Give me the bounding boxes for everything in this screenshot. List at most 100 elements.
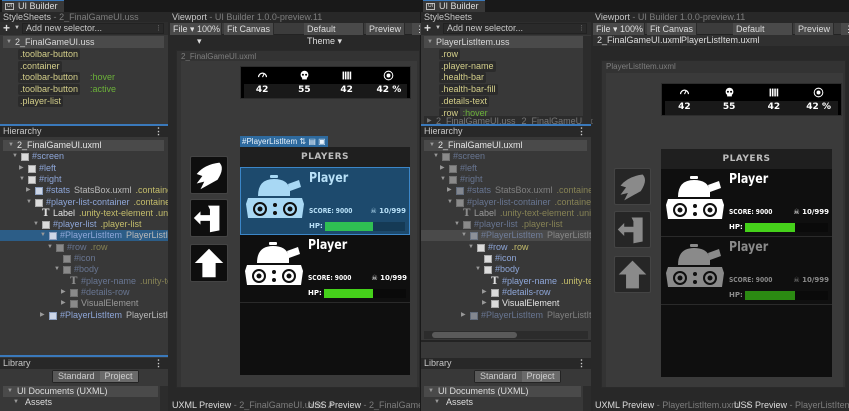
reorder-icon[interactable]: ⇅ — [299, 137, 306, 146]
open-template-icon[interactable]: ▣ — [318, 137, 326, 146]
hierarchy-row[interactable]: ▶ #PlayerListItemPlayerListItem.ux — [421, 310, 591, 321]
expanded-arrow-icon[interactable]: ▼ — [433, 151, 439, 162]
hierarchy-row[interactable]: #icon — [0, 253, 168, 264]
hierarchy-row[interactable]: ▶ #left — [0, 163, 168, 174]
hierarchy-row[interactable]: ▼ #row .row — [421, 242, 591, 253]
collapsed-arrow-icon[interactable]: ▶ — [440, 163, 445, 174]
collapsed-arrow-icon[interactable]: ▶ — [461, 310, 466, 321]
selector-chip[interactable]: .toolbar-button — [18, 84, 81, 96]
exit-door-button[interactable] — [190, 199, 228, 237]
fit-canvas-button[interactable]: Fit Canvas — [224, 23, 275, 35]
fit-canvas-button[interactable]: Fit Canvas — [647, 23, 698, 35]
library-tree-item[interactable]: ▼ Assets — [3, 397, 158, 408]
hierarchy-row[interactable]: ▶ #left — [421, 163, 591, 174]
collapsed-arrow-icon[interactable]: ▶ — [482, 298, 487, 309]
hierarchy-row[interactable]: ▼ #row .row — [0, 242, 168, 253]
stylesheet-file-row[interactable]: ▼ 2_FinalGameUI.uss — [3, 36, 164, 48]
expanded-arrow-icon[interactable]: ▼ — [468, 242, 474, 253]
preview-button[interactable]: Preview — [366, 23, 406, 35]
arrow-up-button[interactable] — [614, 256, 651, 293]
uxml-preview-tab[interactable]: UXML Preview - PlayerListItem.uxml ↗ — [595, 400, 750, 411]
collapsed-arrow-icon[interactable]: ▶ — [61, 287, 66, 298]
zoom-dropdown[interactable]: 100% ▾ — [194, 23, 222, 46]
hierarchy-row[interactable]: ▼ #right — [421, 174, 591, 185]
expanded-arrow-icon[interactable]: ▼ — [47, 242, 53, 253]
library-scrollbar[interactable] — [583, 386, 591, 411]
player-list-item[interactable]: Player SCORE: 9000 ☠ 10/999 HP: — [661, 237, 832, 305]
hierarchy-row[interactable]: ▼ #screen — [421, 151, 591, 162]
stylesheets-scrollbar[interactable] — [583, 36, 591, 126]
ui-builder-tab[interactable]: UI UI Builder — [2, 0, 64, 12]
expanded-arrow-icon[interactable]: ▼ — [26, 197, 32, 208]
hierarchy-row[interactable]: #icon — [421, 253, 591, 264]
expanded-arrow-icon[interactable]: ▼ — [19, 174, 25, 185]
selector-chip[interactable]: .player-list — [18, 95, 64, 107]
selector-chip[interactable]: .toolbar-button — [18, 49, 81, 60]
hierarchy-row[interactable]: ▼ #player-list .player-list — [421, 219, 591, 230]
breadcrumb-item[interactable]: PlayerListItem.uxml — [681, 35, 760, 46]
library-menu-icon[interactable]: ⋮ — [154, 358, 163, 369]
hierarchy-row[interactable]: ▼ #PlayerListItemPlayerListItem.ux — [421, 230, 591, 242]
library-scrollbar[interactable] — [160, 386, 168, 411]
hierarchy-row[interactable]: ▶ VisualElement — [421, 298, 591, 309]
expanded-arrow-icon[interactable]: ▼ — [40, 230, 46, 241]
expand-arrow-icon[interactable]: ▼ — [427, 36, 433, 48]
expand-arrow-icon[interactable]: ▼ — [6, 36, 12, 48]
collapsed-arrow-icon[interactable]: ▶ — [61, 298, 66, 309]
hierarchy-row[interactable]: TLabel.unity-text-element .unity- — [0, 208, 168, 219]
library-tree-item[interactable]: ▼ Assets — [424, 397, 581, 408]
expanded-arrow-icon[interactable]: ▼ — [428, 386, 434, 397]
viewport-menu-icon[interactable]: ⋮ — [841, 23, 849, 35]
selector-chip[interactable]: .health-bar — [439, 72, 487, 84]
selector-chip[interactable]: .row — [439, 49, 461, 60]
expanded-arrow-icon[interactable]: ▼ — [13, 397, 19, 408]
library-menu-icon[interactable]: ⋮ — [577, 358, 586, 369]
uss-preview-tab[interactable]: USS Preview - PlayerListItem.u — [734, 400, 849, 411]
hierarchy-row[interactable]: ▼ #body — [421, 264, 591, 275]
expanded-arrow-icon[interactable]: ▼ — [8, 140, 14, 151]
player-list-item[interactable]: Player SCORE: 9000 ☠ 10/999 HP: — [240, 167, 410, 235]
hierarchy-row[interactable]: ▶ #details-row — [0, 287, 168, 298]
collapsed-arrow-icon[interactable]: ▶ — [40, 310, 45, 321]
collapsed-arrow-icon[interactable]: ▶ — [482, 287, 487, 298]
expanded-arrow-icon[interactable]: ▼ — [7, 386, 13, 397]
hierarchy-row[interactable]: ▼ 2_FinalGameUI.uxml — [3, 140, 164, 151]
library-tree-item[interactable]: ▼ UI Documents (UXML) — [424, 386, 581, 397]
canvas-frame[interactable]: 2_FinalGameUI.uxml 42 55 42 42 % PLAYERS Play… — [176, 50, 420, 388]
player-list-item[interactable]: Player SCORE: 9000 ☠ 10/999 HP: — [661, 169, 832, 237]
library-tree-item[interactable]: ▼ UI Documents (UXML) — [3, 386, 158, 397]
selector-chip[interactable]: .health-bar-fill — [439, 84, 498, 96]
expanded-arrow-icon[interactable]: ▼ — [429, 140, 435, 151]
hierarchy-row[interactable]: ▼ #PlayerListItemPlayerListItem.ux — [0, 230, 168, 242]
expanded-arrow-icon[interactable]: ▼ — [461, 230, 467, 241]
add-selector-plus-icon[interactable]: + — [3, 22, 10, 34]
hierarchy-row[interactable]: ▶ VisualElement — [0, 298, 168, 309]
canvas-frame[interactable]: PlayerListItem.uxml 42 55 42 42 % PLAYERS Pla… — [601, 60, 846, 388]
hierarchy-row[interactable]: ▶ #details-row — [421, 287, 591, 298]
expanded-arrow-icon[interactable]: ▼ — [54, 264, 60, 275]
scrollbar-thumb[interactable] — [432, 332, 517, 338]
hierarchy-row[interactable]: ▶ #statsStatsBox.uxml.container — [0, 185, 168, 196]
new-selector-input[interactable]: Add new selector... ⁝ — [22, 23, 164, 34]
collapsed-arrow-icon[interactable]: ▶ — [19, 163, 24, 174]
field-menu-icon[interactable]: ⁝ — [580, 24, 583, 33]
collapsed-arrow-icon[interactable]: ▶ — [26, 185, 31, 196]
fireball-button[interactable] — [190, 156, 228, 194]
player-list-item[interactable]: Player SCORE: 9000 ☠ 10/999 HP: — [240, 235, 410, 303]
hierarchy-row[interactable]: ▶ #statsStatsBox.uxml.container — [421, 185, 591, 196]
selector-chip[interactable]: .toolbar-button — [18, 72, 81, 84]
pane-splitter[interactable] — [421, 340, 591, 342]
hierarchy-row[interactable]: TLabel.unity-text-element .unity-l — [421, 208, 591, 219]
hierarchy-menu-icon[interactable]: ⋮ — [577, 126, 586, 137]
new-selector-input[interactable]: Add new selector... ⁝ — [443, 23, 587, 34]
theme-dropdown[interactable]: Default Theme ▾ — [733, 23, 793, 46]
library-tab-standard[interactable]: Standard — [53, 371, 100, 382]
zoom-dropdown[interactable]: 100% ▾ — [617, 23, 645, 46]
arrow-up-button[interactable] — [190, 244, 228, 282]
expanded-arrow-icon[interactable]: ▼ — [33, 219, 39, 230]
add-dropdown-icon[interactable]: ▼ — [14, 23, 20, 34]
hierarchy-menu-icon[interactable]: ⋮ — [154, 126, 163, 137]
expanded-arrow-icon[interactable]: ▼ — [434, 397, 440, 408]
ui-builder-tab[interactable]: UI UI Builder — [423, 0, 485, 12]
selector-chip[interactable]: .details-text — [439, 95, 490, 107]
